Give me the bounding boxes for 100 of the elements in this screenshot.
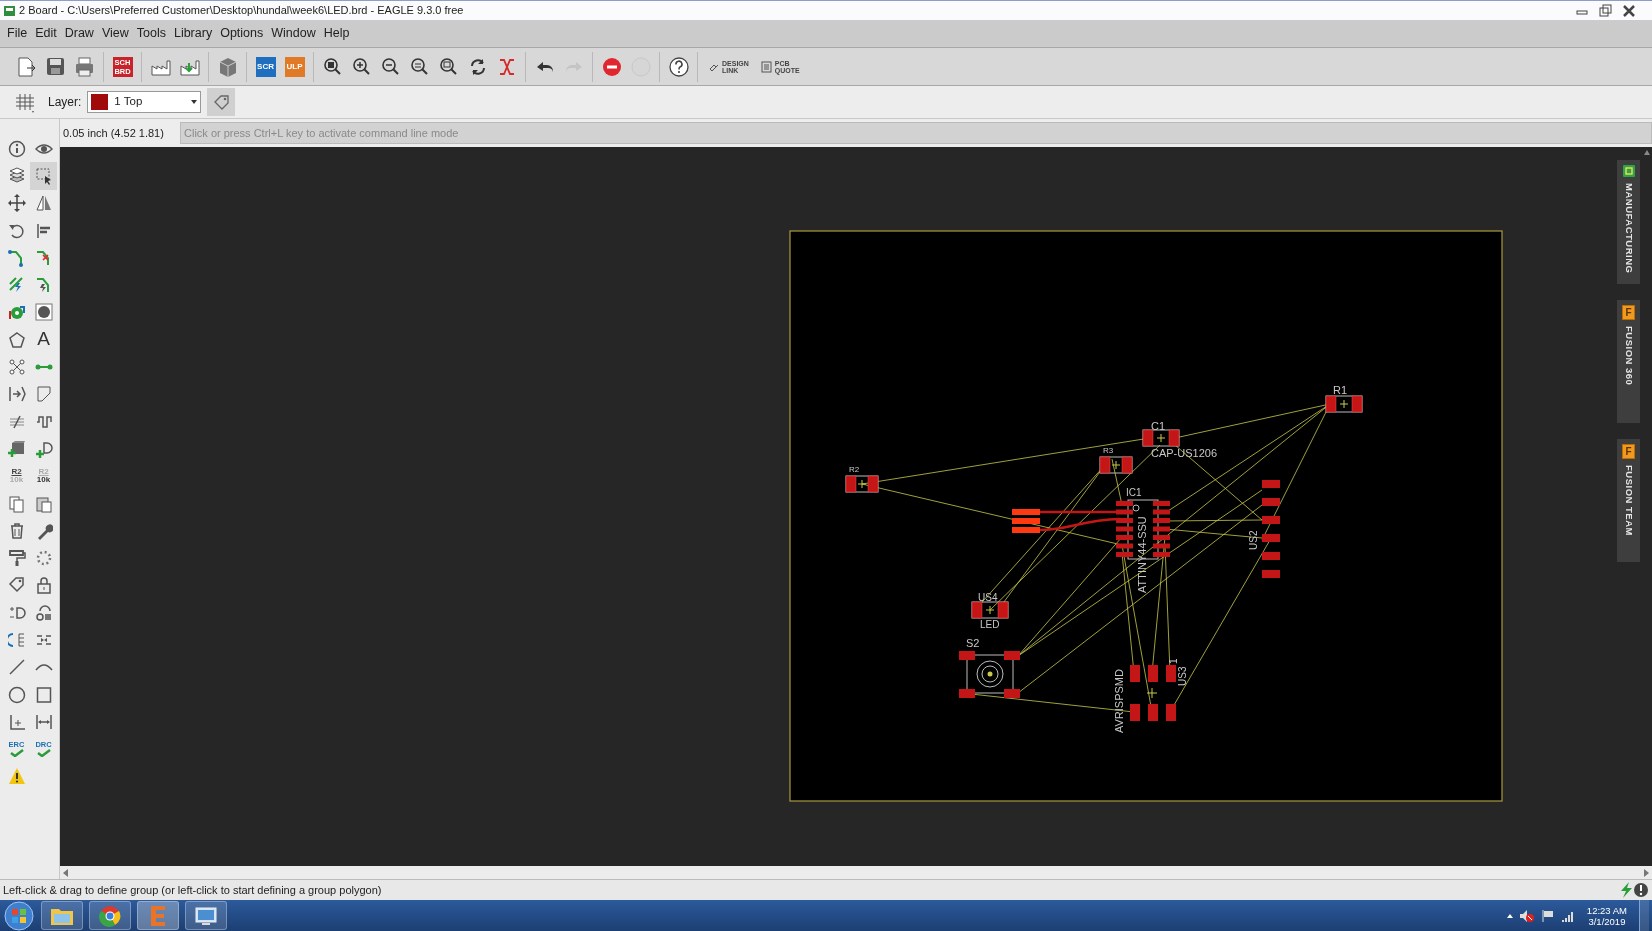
layer-color-swatch (91, 94, 109, 110)
part-label: CAP-US1206 (1151, 447, 1218, 459)
circle-icon[interactable] (7, 685, 26, 704)
resistor-footprint (1325, 395, 1363, 413)
zoom-fit-icon[interactable] (323, 57, 342, 76)
window-title: 2 Board - C:\Users\Preferred Customer\Desktop\hundal\week6\LED.brd - EAGLE 9.3.0 free (19, 3, 464, 19)
start-button[interactable] (3, 900, 35, 931)
zoom-select-icon[interactable] (439, 57, 458, 76)
part-label: US2 (1248, 530, 1259, 550)
coordinates-readout: 0.05 inch (4.52 1.81) (62, 125, 165, 141)
part-label: C1 (1151, 420, 1166, 432)
net-node-icon[interactable] (7, 358, 26, 376)
command-line-field[interactable]: Click or press Ctrl+L key to activate command line mode (180, 122, 1652, 144)
part-label: LED (980, 619, 1000, 630)
dimension-icon[interactable] (34, 712, 53, 731)
miter-icon[interactable] (34, 385, 53, 404)
dropdown-arrow-icon (191, 100, 198, 104)
menu-item[interactable]: Draw (60, 24, 98, 43)
add-part-icon[interactable] (7, 439, 26, 458)
zoom-previous-icon[interactable] (410, 57, 429, 76)
part-label: R2 (849, 465, 860, 474)
dotted-circle-icon[interactable] (34, 549, 53, 568)
line-icon[interactable] (7, 658, 26, 677)
save-icon[interactable] (45, 56, 66, 77)
fusion-badge: F (1622, 305, 1635, 320)
side-panel-tab[interactable]: F FUSION 360 (1617, 300, 1640, 423)
resistor-footprint (1099, 456, 1133, 474)
hole-icon[interactable] (34, 303, 53, 322)
info-alert-icon[interactable] (1633, 882, 1649, 898)
new-file-icon[interactable] (16, 55, 37, 78)
side-panel-tab[interactable]: MANUFACTURING (1617, 160, 1640, 284)
move-icon[interactable] (7, 194, 26, 213)
part-label: US4 (978, 592, 998, 603)
scroll-right-arrow-icon[interactable] (1644, 868, 1649, 877)
part-label: IC1 (1126, 487, 1142, 498)
connector-pads (1012, 509, 1040, 533)
menu-item[interactable]: Edit (31, 24, 61, 43)
check-icon (9, 749, 24, 758)
menu-item[interactable]: Options (216, 24, 268, 43)
capacitor-footprint (1142, 429, 1180, 447)
menu-item[interactable]: Help (319, 24, 354, 43)
info-icon[interactable] (7, 139, 26, 158)
status-message: Left-click & drag to define group (or left-click to start defining a group polygon) (3, 882, 382, 898)
fusion-badge: F (1622, 444, 1635, 459)
manufacturing-icon (1622, 165, 1635, 177)
paint-roller-icon[interactable] (7, 549, 26, 568)
clock-time: 12:23 AM (1586, 904, 1627, 916)
tag-icon[interactable] (7, 576, 26, 595)
part-label: S2 (966, 637, 980, 649)
replace-icon[interactable] (34, 603, 53, 622)
name-tool[interactable]: R2 10k (3, 462, 30, 490)
grid-icon[interactable] (14, 91, 36, 113)
led-footprint (971, 601, 1009, 619)
add-gate-icon[interactable] (34, 439, 53, 458)
text-tool[interactable]: A (30, 326, 57, 354)
check-icon (36, 749, 51, 758)
layers-icon[interactable] (7, 166, 26, 185)
browser-icon[interactable] (99, 904, 121, 927)
clock-date: 3/1/2019 (1587, 915, 1627, 927)
stop-icon[interactable] (601, 56, 622, 77)
route-icon[interactable] (7, 248, 26, 267)
speaker-muted-icon[interactable] (1518, 908, 1535, 923)
zoom-out-icon[interactable] (381, 57, 400, 76)
monitor-icon[interactable] (194, 904, 218, 927)
scroll-left-arrow-icon[interactable] (63, 868, 68, 877)
menu-item[interactable]: Tools (132, 24, 170, 43)
copy-icon[interactable] (7, 494, 26, 513)
tag-icon[interactable] (212, 93, 230, 111)
group-select-icon[interactable] (34, 166, 53, 185)
layer-dropdown[interactable]: 1 Top (87, 91, 202, 113)
part-label: AVRISPSMD (1113, 669, 1125, 733)
align-icon[interactable] (34, 221, 53, 240)
menu-item[interactable]: View (97, 24, 133, 43)
rectangle-icon[interactable] (34, 685, 53, 704)
paste-icon[interactable] (34, 494, 53, 513)
scroll-up-arrow-icon[interactable] (1644, 150, 1650, 155)
dimension-origin-icon[interactable] (7, 712, 26, 731)
script-button[interactable]: SCR (255, 56, 276, 77)
port-arrow-icon[interactable] (7, 385, 26, 404)
print-icon[interactable] (74, 56, 95, 77)
part-label: R3 (1103, 446, 1114, 455)
warning-icon[interactable] (7, 767, 26, 786)
menu-item[interactable]: Library (169, 24, 217, 43)
layer-name: 1 Top (114, 94, 144, 110)
polygon-icon[interactable] (7, 330, 26, 349)
help-icon[interactable] (668, 56, 689, 77)
isp-header-pads (1130, 665, 1176, 721)
mirror-icon[interactable] (34, 194, 53, 213)
part-label: US3 (1177, 666, 1188, 686)
swap-icon[interactable] (7, 631, 26, 649)
menu-item[interactable]: Window (267, 24, 320, 43)
tray-expand-icon[interactable] (1506, 912, 1513, 919)
via-icon[interactable] (7, 303, 26, 322)
lock-icon[interactable] (34, 576, 53, 595)
value-tool[interactable]: R2 10k (30, 462, 57, 490)
document-icon (760, 60, 772, 73)
side-panel-tab[interactable]: F FUSION TEAM (1617, 439, 1640, 562)
flag-icon[interactable] (1540, 908, 1555, 923)
zoom-in-icon[interactable] (352, 57, 371, 76)
menu-item[interactable]: File (3, 24, 32, 43)
